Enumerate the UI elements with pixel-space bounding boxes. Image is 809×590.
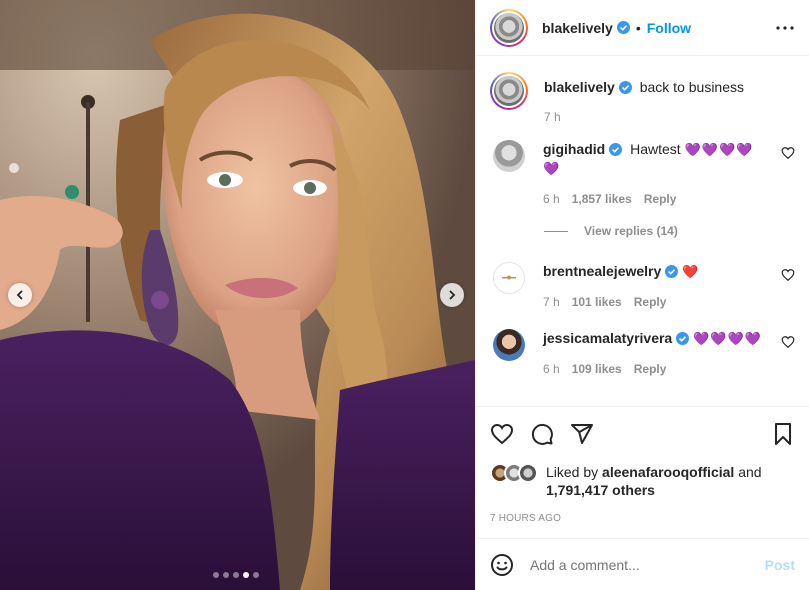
post-photo xyxy=(0,0,475,590)
verified-badge-icon xyxy=(618,81,632,94)
post-comment-button[interactable]: Post xyxy=(765,557,795,573)
comment-bubble-icon[interactable] xyxy=(530,422,554,446)
comment-username[interactable]: jessicamalatyrivera xyxy=(543,330,672,346)
reply-button[interactable]: Reply xyxy=(634,362,667,376)
post-actions: Liked by aleenafarooqofficial and 1,791,… xyxy=(476,406,809,524)
brand-logo-icon xyxy=(502,275,516,280)
commenter-avatar[interactable] xyxy=(493,262,525,294)
post-header: blakelively • Follow xyxy=(476,0,809,56)
comment-item: gigihadid Hawtest 💜💜💜💜 💜 6 h 1,857 likes… xyxy=(490,140,795,206)
likes-summary: Liked by aleenafarooqofficial and 1,791,… xyxy=(490,463,795,499)
verified-badge-icon xyxy=(609,143,623,156)
comment-item: jessicamalatyrivera 💜💜💜💜 6 h 109 likes R… xyxy=(490,329,795,376)
reply-button[interactable]: Reply xyxy=(644,192,677,206)
chevron-left-icon xyxy=(16,290,23,300)
comment-emojis: 💜💜💜💜 xyxy=(684,142,754,157)
comment-item: brentnealejewelry ❤️ 7 h 101 likes Reply xyxy=(490,262,795,309)
comments-list: blakelively back to business 7 h gigihad… xyxy=(476,56,809,406)
comment-username[interactable]: gigihadid xyxy=(543,141,605,157)
post-timestamp[interactable]: 7 HOURS AGO xyxy=(490,513,795,524)
carousel-dot xyxy=(253,572,259,578)
caption-text: back to business xyxy=(639,79,745,95)
author-username[interactable]: blakelively xyxy=(542,20,613,36)
liked-by-username[interactable]: aleenafarooqofficial xyxy=(602,464,734,480)
verified-badge-icon xyxy=(616,21,630,34)
carousel-dot xyxy=(223,572,229,578)
liker-avatars[interactable] xyxy=(490,463,540,483)
emoji-smiley-icon[interactable] xyxy=(490,553,514,577)
caption-username[interactable]: blakelively xyxy=(544,79,615,95)
instagram-post-modal: blakelively • Follow blakelively back to… xyxy=(0,0,809,590)
commenter-avatar[interactable] xyxy=(493,329,525,361)
comment-likes[interactable]: 1,857 likes xyxy=(572,192,632,206)
carousel-dot xyxy=(213,572,219,578)
follow-button[interactable]: Follow xyxy=(647,20,691,36)
like-heart-icon[interactable] xyxy=(490,422,514,446)
reply-button[interactable]: Reply xyxy=(634,295,667,309)
comment-emojis: ❤️ xyxy=(682,264,700,279)
verified-badge-icon xyxy=(665,265,679,278)
post-media[interactable] xyxy=(0,0,475,590)
like-comment-icon[interactable] xyxy=(781,146,795,160)
comment-time: 6 h xyxy=(543,362,560,376)
more-options-icon xyxy=(776,25,794,30)
comment-likes[interactable]: 109 likes xyxy=(572,362,622,376)
comment-time: 7 h xyxy=(543,295,560,309)
carousel-dot xyxy=(233,572,239,578)
next-slide-button[interactable] xyxy=(440,283,464,307)
post-side-panel: blakelively • Follow blakelively back to… xyxy=(475,0,809,590)
previous-slide-button[interactable] xyxy=(8,283,32,307)
caption-avatar[interactable] xyxy=(490,72,528,110)
chevron-right-icon xyxy=(449,290,456,300)
carousel-indicator xyxy=(213,572,259,578)
comment-emojis: 💜💜💜💜 xyxy=(693,331,762,346)
view-replies-label: View replies (14) xyxy=(584,224,678,238)
like-comment-icon[interactable] xyxy=(781,268,795,282)
add-comment-input[interactable] xyxy=(530,556,765,573)
save-bookmark-icon[interactable] xyxy=(771,422,795,446)
comment-username[interactable]: brentnealejewelry xyxy=(543,263,661,279)
view-replies-button[interactable]: View replies (14) xyxy=(544,224,795,238)
likes-count[interactable]: 1,791,417 others xyxy=(546,482,655,498)
caption: blakelively back to business 7 h xyxy=(490,72,795,124)
verified-badge-icon xyxy=(676,332,690,345)
carousel-dot xyxy=(243,572,249,578)
header-separator: • xyxy=(635,19,641,36)
likes-prefix: Liked by xyxy=(546,464,599,480)
like-comment-icon[interactable] xyxy=(781,335,795,349)
author-avatar[interactable] xyxy=(490,8,528,47)
caption-time: 7 h xyxy=(544,110,561,124)
comment-emojis-line2: 💜 xyxy=(543,161,561,176)
more-options-button[interactable] xyxy=(775,18,795,38)
commenter-avatar[interactable] xyxy=(493,140,525,172)
comment-time: 6 h xyxy=(543,192,560,206)
share-paper-plane-icon[interactable] xyxy=(570,422,594,446)
likes-and: and xyxy=(738,464,762,480)
comment-likes[interactable]: 101 likes xyxy=(572,295,622,309)
add-comment-bar: Post xyxy=(476,538,809,590)
comment-text: Hawtest xyxy=(630,141,681,157)
